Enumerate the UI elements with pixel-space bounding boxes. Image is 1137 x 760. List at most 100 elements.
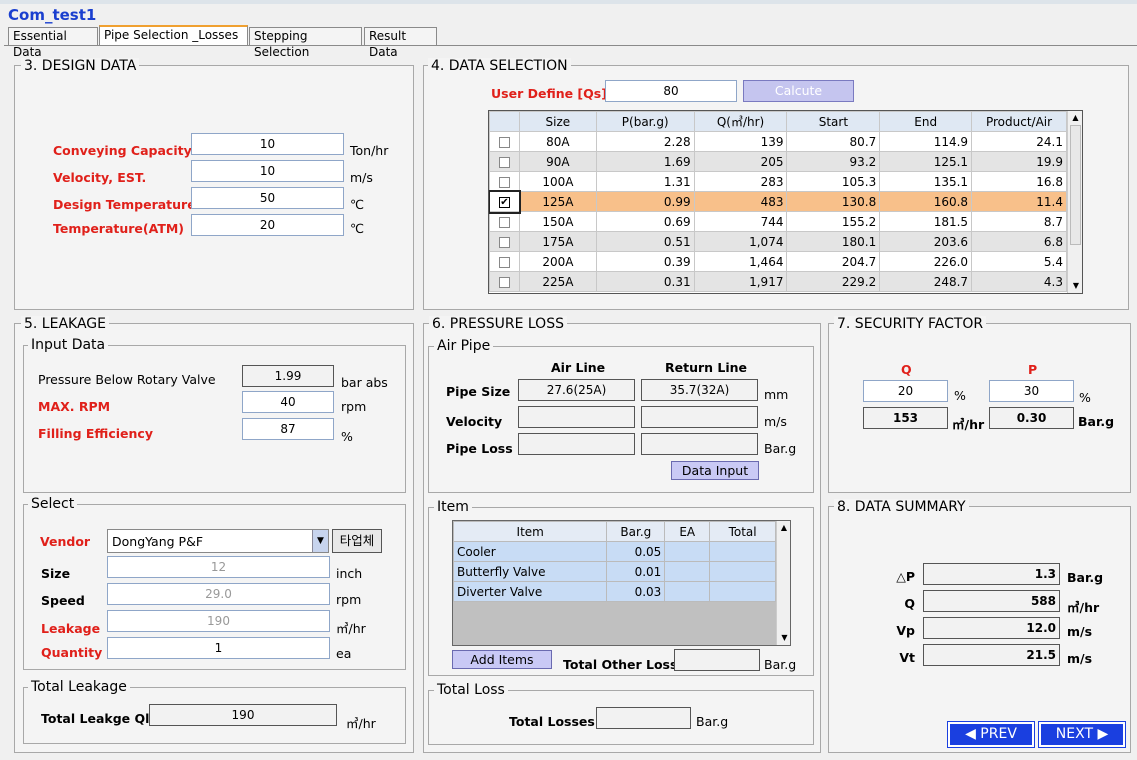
filling-efficiency-input[interactable]: 87	[242, 418, 334, 440]
checkbox-icon[interactable]	[498, 136, 510, 148]
pipe-cell: 93.2	[786, 151, 881, 172]
checkbox-icon[interactable]	[498, 156, 510, 168]
pipe-row[interactable]: 90A 1.69 205 93.2 125.1 19.9	[489, 151, 1067, 172]
velocity-est-input[interactable]: 10	[191, 160, 344, 182]
air-line-velocity	[518, 406, 635, 428]
pipe-cell: 204.7	[786, 251, 881, 272]
size-unit: inch	[336, 566, 363, 581]
pipe-cell: 130.8	[786, 191, 881, 212]
checkbox-icon[interactable]	[498, 276, 510, 288]
row-checkbox-cell[interactable]	[489, 231, 520, 252]
next-button[interactable]: NEXT ▶	[1038, 721, 1126, 748]
user-define-input[interactable]: 80	[605, 80, 737, 102]
row-checkbox-cell[interactable]	[489, 211, 520, 232]
item-cell-total	[709, 561, 776, 582]
row-checkbox-cell[interactable]	[489, 171, 520, 192]
summary-label: △P	[896, 569, 915, 584]
scroll-up-icon[interactable]: ▲	[1068, 111, 1082, 125]
pipe-row[interactable]: ✔ 125A 0.99 483 130.8 160.8 11.4	[489, 189, 1067, 214]
col-pressure: P(bar.g)	[595, 111, 695, 132]
pipe-cell: 160.8	[879, 191, 973, 212]
max-rpm-input[interactable]: 40	[242, 391, 334, 413]
summary-value: 12.0	[923, 617, 1060, 639]
checkbox-icon[interactable]	[498, 236, 510, 248]
total-leakage-value: 190	[149, 704, 337, 726]
security-p-result: 0.30	[989, 407, 1074, 429]
pipe-cell: 155.2	[786, 211, 881, 232]
row-checkbox-cell[interactable]	[489, 271, 520, 292]
item-cell-bar: 0.01	[606, 561, 666, 582]
other-vendor-button[interactable]: 타업체	[332, 529, 382, 553]
conveying-capacity-input[interactable]: 10	[191, 133, 344, 155]
item-grid: Item Bar.g EA Total Cooler 0.05 Butterfly …	[453, 521, 776, 602]
vendor-select[interactable]: DongYang P&F ▼	[107, 529, 329, 553]
pipe-row[interactable]: 225A 0.31 1,917 229.2 248.7 4.3	[489, 271, 1067, 292]
total-other-loss-unit: Bar.g	[764, 657, 797, 672]
pipe-row[interactable]: 80A 2.28 139 80.7 114.9 24.1	[489, 131, 1067, 152]
row-checkbox-cell[interactable]	[489, 251, 520, 272]
summary-label: Vt	[899, 650, 915, 665]
security-p-input[interactable]: 30	[989, 380, 1074, 402]
air-line-header: Air Line	[551, 360, 606, 375]
check-header	[489, 111, 520, 132]
calcute-button[interactable]: Calcute	[743, 80, 854, 102]
item-table: Item Bar.g EA Total Cooler 0.05 Butterfly …	[452, 520, 791, 646]
quantity-input[interactable]: 1	[107, 637, 330, 659]
pipe-cell: 4.3	[971, 271, 1067, 292]
user-define-label: User Define [Qs]	[491, 86, 607, 101]
scroll-down-icon[interactable]: ▼	[1068, 279, 1082, 293]
tab-result-data[interactable]: Result Data	[364, 27, 437, 59]
pipe-row[interactable]: 200A 0.39 1,464 204.7 226.0 5.4	[489, 251, 1067, 272]
item-scroll-up-icon[interactable]: ▲	[777, 521, 790, 535]
select-legend: Select	[28, 496, 78, 512]
return-line-header: Return Line	[665, 360, 748, 375]
item-cell-bar: 0.05	[606, 541, 666, 562]
total-leakage-label: Total Leakge Ql	[41, 711, 150, 726]
pipe-cell: 283	[693, 171, 788, 192]
item-scroll-down-icon[interactable]: ▼	[777, 631, 790, 645]
item-row[interactable]: Cooler 0.05	[453, 541, 776, 562]
pipe-cell: 1,074	[693, 231, 788, 252]
pipe-row[interactable]: 100A 1.31 283 105.3 135.1 16.8	[489, 171, 1067, 192]
tab-stepping-selection[interactable]: Stepping Selection	[249, 27, 362, 59]
air-line-pipe-size: 27.6(25A)	[518, 379, 635, 401]
security-q-input[interactable]: 20	[863, 380, 948, 402]
tab-pipe-selection[interactable]: Pipe Selection _Losses	[99, 25, 248, 46]
add-items-button[interactable]: Add Items	[452, 650, 552, 669]
checkbox-icon[interactable]	[498, 216, 510, 228]
prev-button[interactable]: ◀ PREV	[947, 721, 1035, 748]
col-start: Start	[786, 111, 881, 132]
scroll-thumb[interactable]	[1070, 125, 1081, 245]
pipe-size-unit: mm	[764, 387, 789, 402]
row-checkbox-cell[interactable]: ✔	[489, 189, 522, 214]
quantity-label: Quantity	[41, 645, 103, 660]
design-temperature-input[interactable]: 50	[191, 187, 344, 209]
pipe-cell: 2.28	[595, 131, 695, 152]
total-leakage-legend: Total Leakage	[28, 679, 130, 695]
item-scrollbar[interactable]: ▲ ▼	[776, 521, 790, 645]
pipe-cell: 1.69	[595, 151, 695, 172]
row-checkbox-cell[interactable]	[489, 131, 520, 152]
pipe-cell: 483	[693, 191, 788, 212]
table-scrollbar[interactable]: ▲ ▼	[1067, 111, 1082, 293]
row-checkbox-cell[interactable]	[489, 151, 520, 172]
temperature-atm-input[interactable]: 20	[191, 214, 344, 236]
size-label: Size	[41, 566, 71, 581]
pressure-below-label: Pressure Below Rotary Valve	[38, 372, 216, 387]
data-input-button[interactable]: Data Input	[671, 461, 759, 480]
item-row[interactable]: Diverter Valve 0.03	[453, 581, 776, 602]
pipe-cell: 90A	[518, 151, 597, 172]
item-row[interactable]: Butterfly Valve 0.01	[453, 561, 776, 582]
checkbox-icon[interactable]	[498, 256, 510, 268]
total-leakage-unit: ㎥/hr	[346, 716, 376, 731]
pipe-cell: 205	[693, 151, 788, 172]
return-line-pipe-size: 35.7(32A)	[641, 379, 758, 401]
dropdown-arrow-icon[interactable]: ▼	[312, 530, 328, 552]
pipe-row[interactable]: 175A 0.51 1,074 180.1 203.6 6.8	[489, 231, 1067, 252]
max-rpm-unit: rpm	[341, 399, 367, 414]
checkbox-icon[interactable]	[498, 176, 510, 188]
checkbox-checked-icon[interactable]: ✔	[498, 196, 510, 208]
item-col-item: Item	[453, 521, 608, 542]
tab-essential-data[interactable]: Essential Data	[8, 27, 98, 59]
pipe-row[interactable]: 150A 0.69 744 155.2 181.5 8.7	[489, 211, 1067, 232]
